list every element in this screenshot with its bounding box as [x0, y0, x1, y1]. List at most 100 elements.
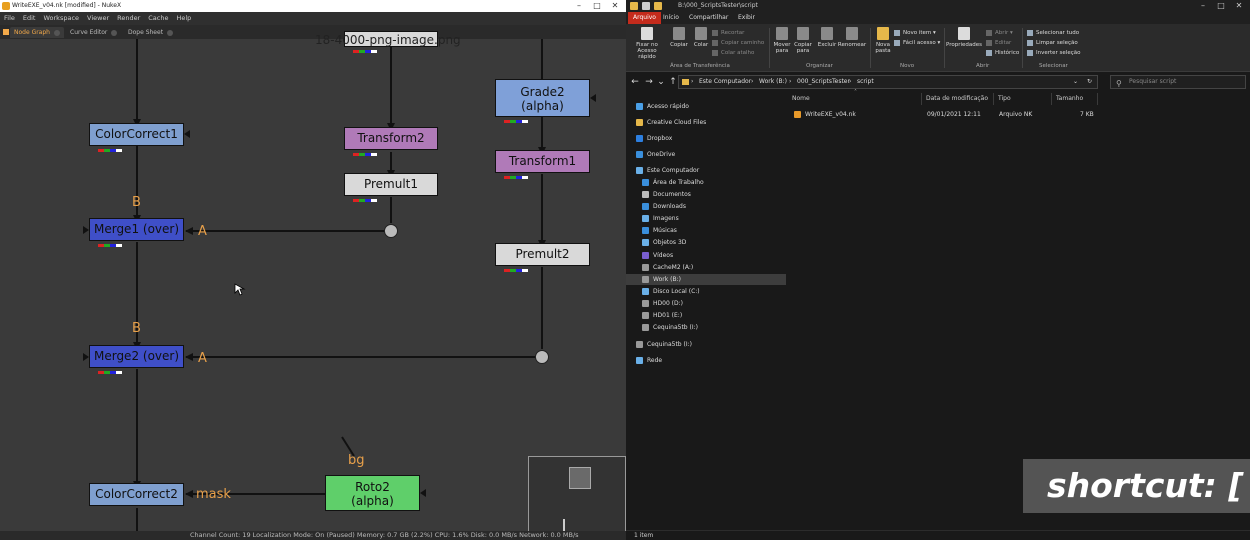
node-colorcorrect1[interactable]: ColorCorrect1 — [89, 123, 184, 152]
invert-selection-button[interactable]: Inverter seleção — [1027, 48, 1080, 58]
refresh-icon[interactable]: ↻ — [1087, 76, 1092, 88]
maximize-icon[interactable]: □ — [588, 0, 606, 12]
nav-cequina5tb-root[interactable]: Cequina5tb (I:) — [636, 339, 692, 350]
forward-icon[interactable]: → — [644, 76, 654, 88]
search-input[interactable]: ⚲ Pesquisar script — [1110, 75, 1246, 89]
nav-downloads[interactable]: Downloads — [642, 201, 686, 212]
menu-help[interactable]: Help — [172, 12, 195, 25]
mask-input-icon[interactable] — [184, 130, 190, 138]
properties-icon[interactable] — [642, 2, 650, 10]
nav-dropbox[interactable]: Dropbox — [636, 133, 672, 144]
graph-minimap[interactable] — [528, 456, 626, 540]
tab-compartilhar[interactable]: Compartilhar — [684, 12, 733, 24]
nav-hd01[interactable]: HD01 (E:) — [642, 310, 682, 321]
edit-button[interactable]: Editar — [986, 38, 1011, 48]
tab-close-icon[interactable] — [111, 29, 118, 36]
nav-disco-local[interactable]: Disco Local (C:) — [642, 286, 700, 297]
minimize-icon[interactable]: – — [1194, 0, 1212, 12]
nav-area-de-trabalho[interactable]: Área de Trabalho — [642, 177, 704, 188]
minimize-icon[interactable]: – — [570, 0, 588, 12]
breadcrumb-sep: › — [849, 78, 852, 85]
tab-dope-sheet[interactable]: Dope Sheet — [124, 27, 177, 38]
menu-file[interactable]: File — [0, 12, 19, 25]
maximize-icon[interactable]: □ — [1212, 0, 1230, 12]
nav-documentos[interactable]: Documentos — [642, 189, 691, 200]
breadcrumb-este-computador[interactable]: Este Computador — [699, 76, 751, 88]
node-merge1[interactable]: Merge1 (over) — [89, 218, 184, 247]
mask-input-icon[interactable] — [420, 489, 426, 497]
nav-objetos-3d[interactable]: Objetos 3D — [642, 237, 686, 248]
nav-este-computador[interactable]: Este Computador — [636, 165, 699, 176]
nav-musicas[interactable]: Músicas — [642, 225, 677, 236]
close-icon[interactable]: ✕ — [1230, 0, 1248, 12]
nav-onedrive[interactable]: OneDrive — [636, 149, 675, 160]
menu-workspace[interactable]: Workspace — [39, 12, 83, 25]
node-premult1[interactable]: Premult1 — [344, 173, 438, 202]
new-folder-icon[interactable] — [654, 2, 662, 10]
breadcrumb-scripts-tester[interactable]: 000_ScriptsTester — [797, 76, 850, 88]
tab-exibir[interactable]: Exibir — [733, 12, 760, 24]
tab-close-icon[interactable] — [53, 29, 60, 36]
node-merge2[interactable]: Merge2 (over) — [89, 345, 184, 374]
tab-arquivo[interactable]: Arquivo — [628, 12, 661, 24]
table-row[interactable]: WriteEXE_v04.nk 09/01/2021 12:11 Arquivo… — [788, 109, 1098, 120]
nav-acesso-rapido[interactable]: Acesso rápido — [636, 101, 689, 112]
dot-node[interactable] — [535, 350, 549, 364]
node-roto2[interactable]: Roto2 (alpha) — [325, 475, 420, 511]
close-icon[interactable]: ✕ — [606, 0, 624, 12]
recent-locations-icon[interactable]: ⌄ — [656, 76, 666, 88]
address-dropdown-icon[interactable]: ⌄ — [1073, 76, 1078, 88]
clear-selection-button[interactable]: Limpar seleção — [1027, 38, 1078, 48]
node-colorcorrect2[interactable]: ColorCorrect2 — [89, 483, 184, 506]
node-premult2[interactable]: Premult2 — [495, 243, 590, 272]
copy-path-button[interactable]: Copiar caminho — [712, 38, 764, 48]
nav-cachem2[interactable]: CacheM2 (A:) — [642, 262, 693, 273]
tab-inicio[interactable]: Início — [658, 12, 684, 24]
node-transform1[interactable]: Transform1 — [495, 150, 590, 179]
nav-videos[interactable]: Vídeos — [642, 250, 673, 261]
column-header-tamanho[interactable]: Tamanho — [1052, 93, 1098, 105]
pane-grid-icon[interactable] — [3, 29, 9, 35]
new-folder-button[interactable]: Nova pasta — [870, 27, 896, 54]
breadcrumb-script[interactable]: script — [857, 76, 874, 88]
back-icon[interactable]: ← — [630, 76, 640, 88]
copy-to-button[interactable]: Copiar para — [790, 27, 816, 54]
breadcrumb-work[interactable]: Work (B:) — [759, 76, 787, 88]
tab-close-icon[interactable] — [167, 29, 174, 36]
nav-label: Objetos 3D — [653, 239, 687, 246]
star-icon — [636, 103, 643, 110]
paste-shortcut-button[interactable]: Colar atalho — [712, 48, 754, 58]
menu-edit[interactable]: Edit — [19, 12, 40, 25]
nav-rede[interactable]: Rede — [636, 355, 662, 366]
paste-button[interactable]: Colar — [688, 27, 714, 48]
rename-button[interactable]: Renomear — [836, 27, 868, 48]
tab-curve-editor[interactable]: Curve Editor — [66, 27, 121, 38]
history-button[interactable]: Histórico — [986, 48, 1019, 58]
node-transform2[interactable]: Transform2 — [344, 127, 438, 156]
menu-render[interactable]: Render — [113, 12, 144, 25]
nav-creative-cloud[interactable]: Creative Cloud Files — [636, 117, 706, 128]
column-header-data[interactable]: Data de modificação — [922, 93, 994, 105]
menu-viewer[interactable]: Viewer — [83, 12, 113, 25]
new-item-button[interactable]: Novo item ▾ — [894, 28, 936, 38]
easy-access-button[interactable]: Fácil acesso ▾ — [894, 38, 940, 48]
minimap-viewport[interactable] — [569, 467, 591, 489]
nav-cequina5tb[interactable]: Cequina5tb (I:) — [642, 322, 698, 333]
open-button[interactable]: Abrir ▾ — [986, 28, 1013, 38]
up-icon[interactable]: ↑ — [668, 76, 678, 88]
nav-work[interactable]: Work (B:) — [626, 274, 786, 285]
nav-imagens[interactable]: Imagens — [642, 213, 679, 224]
pin-quick-access-button[interactable]: Fixar no Acesso rápido — [630, 27, 664, 60]
cut-button[interactable]: Recortar — [712, 28, 744, 38]
dot-node[interactable] — [384, 224, 398, 238]
column-header-tipo[interactable]: Tipo — [994, 93, 1052, 105]
nav-hd00[interactable]: HD00 (D:) — [642, 298, 683, 309]
node-graph[interactable]: 18-4000-png-image.png ColorCorrect1 Tran… — [0, 31, 626, 540]
mask-input-icon[interactable] — [590, 94, 596, 102]
select-all-button[interactable]: Selecionar tudo — [1027, 28, 1079, 38]
node-grade2[interactable]: Grade2 (alpha) — [495, 79, 590, 123]
tab-node-graph[interactable]: Node Graph — [10, 27, 64, 38]
menu-cache[interactable]: Cache — [144, 12, 172, 25]
properties-button[interactable]: Propriedades — [946, 27, 982, 48]
address-bar[interactable]: › Este Computador › Work (B:) › 000_Scri… — [678, 75, 1098, 89]
